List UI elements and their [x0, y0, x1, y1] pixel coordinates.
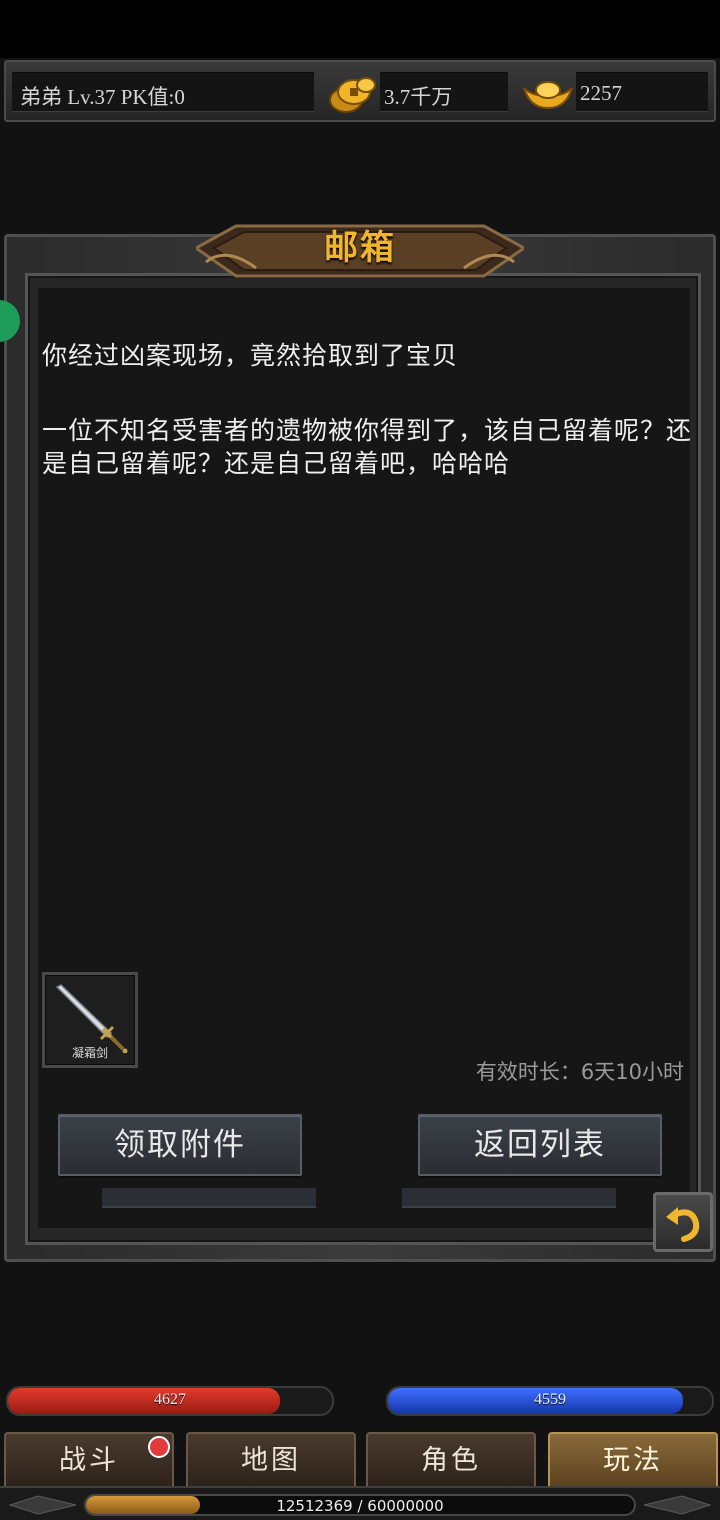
- player-info-box: 弟弟 Lv.37 PK值:0: [12, 72, 314, 112]
- back-to-list-button[interactable]: 返回列表: [418, 1114, 662, 1176]
- return-button[interactable]: [653, 1192, 713, 1252]
- tab-battle[interactable]: 战斗: [4, 1432, 174, 1488]
- claim-attachment-button[interactable]: 领取附件: [58, 1114, 302, 1176]
- mp-bar: 4559: [386, 1386, 714, 1416]
- tab-gameplay-label: 玩法: [603, 1445, 663, 1476]
- status-strip: [0, 0, 720, 58]
- gold-ingot-icon: [523, 81, 573, 110]
- hp-value: 4627: [154, 1391, 186, 1408]
- resource-bar: 弟弟 Lv.37 PK值:0 3.7千万 2257: [4, 60, 716, 122]
- exp-strip: 12512369 / 60000000: [0, 1486, 720, 1520]
- attachment-slot[interactable]: 凝霜剑: [42, 972, 138, 1068]
- tab-battle-label: 战斗: [59, 1445, 119, 1476]
- status-bars: 4627 4559: [0, 1380, 720, 1418]
- hp-bar: 4627: [6, 1386, 334, 1416]
- mp-value: 4559: [534, 1391, 566, 1408]
- bottom-nav: 战斗 地图 角色 玩法: [0, 1428, 720, 1488]
- tab-character[interactable]: 角色: [366, 1432, 536, 1488]
- mail-subject: 你经过凶案现场，竟然拾取到了宝贝: [42, 341, 459, 370]
- ornament-icon: [8, 1495, 77, 1515]
- ingot-box: 2257: [576, 72, 708, 112]
- tab-gameplay[interactable]: 玩法: [548, 1432, 718, 1488]
- validity-duration: 有效时长：6天10小时: [475, 1060, 684, 1084]
- exp-value: 12512369 / 60000000: [276, 1497, 444, 1515]
- ingot-amount: 2257: [580, 81, 622, 105]
- tab-map[interactable]: 地图: [186, 1432, 356, 1488]
- gold-amount: 3.7千万: [384, 85, 453, 109]
- undo-arrow-icon: [666, 1207, 700, 1242]
- attachment-name: 凝霜剑: [71, 1046, 108, 1060]
- player-info: 弟弟 Lv.37 PK值:0: [20, 85, 185, 109]
- sword-icon: [55, 984, 128, 1053]
- gold-box: 3.7千万: [380, 72, 508, 112]
- background-button-edge: [402, 1188, 616, 1208]
- notification-badge: [148, 1436, 170, 1458]
- mail-body: 一位不知名受害者的遗物被你得到了，该自己留着呢？还是自己留着呢？还是自己留着吧，…: [42, 416, 693, 478]
- gold-coin-icon: [329, 77, 376, 113]
- background-button-edge: [102, 1188, 316, 1208]
- exp-bar: 12512369 / 60000000: [84, 1494, 636, 1516]
- mailbox-panel: [4, 234, 716, 1262]
- mailbox-title: 邮箱: [324, 228, 396, 268]
- tab-map-label: 地图: [241, 1445, 301, 1476]
- ornament-icon: [643, 1495, 712, 1515]
- tab-character-label: 角色: [421, 1445, 481, 1476]
